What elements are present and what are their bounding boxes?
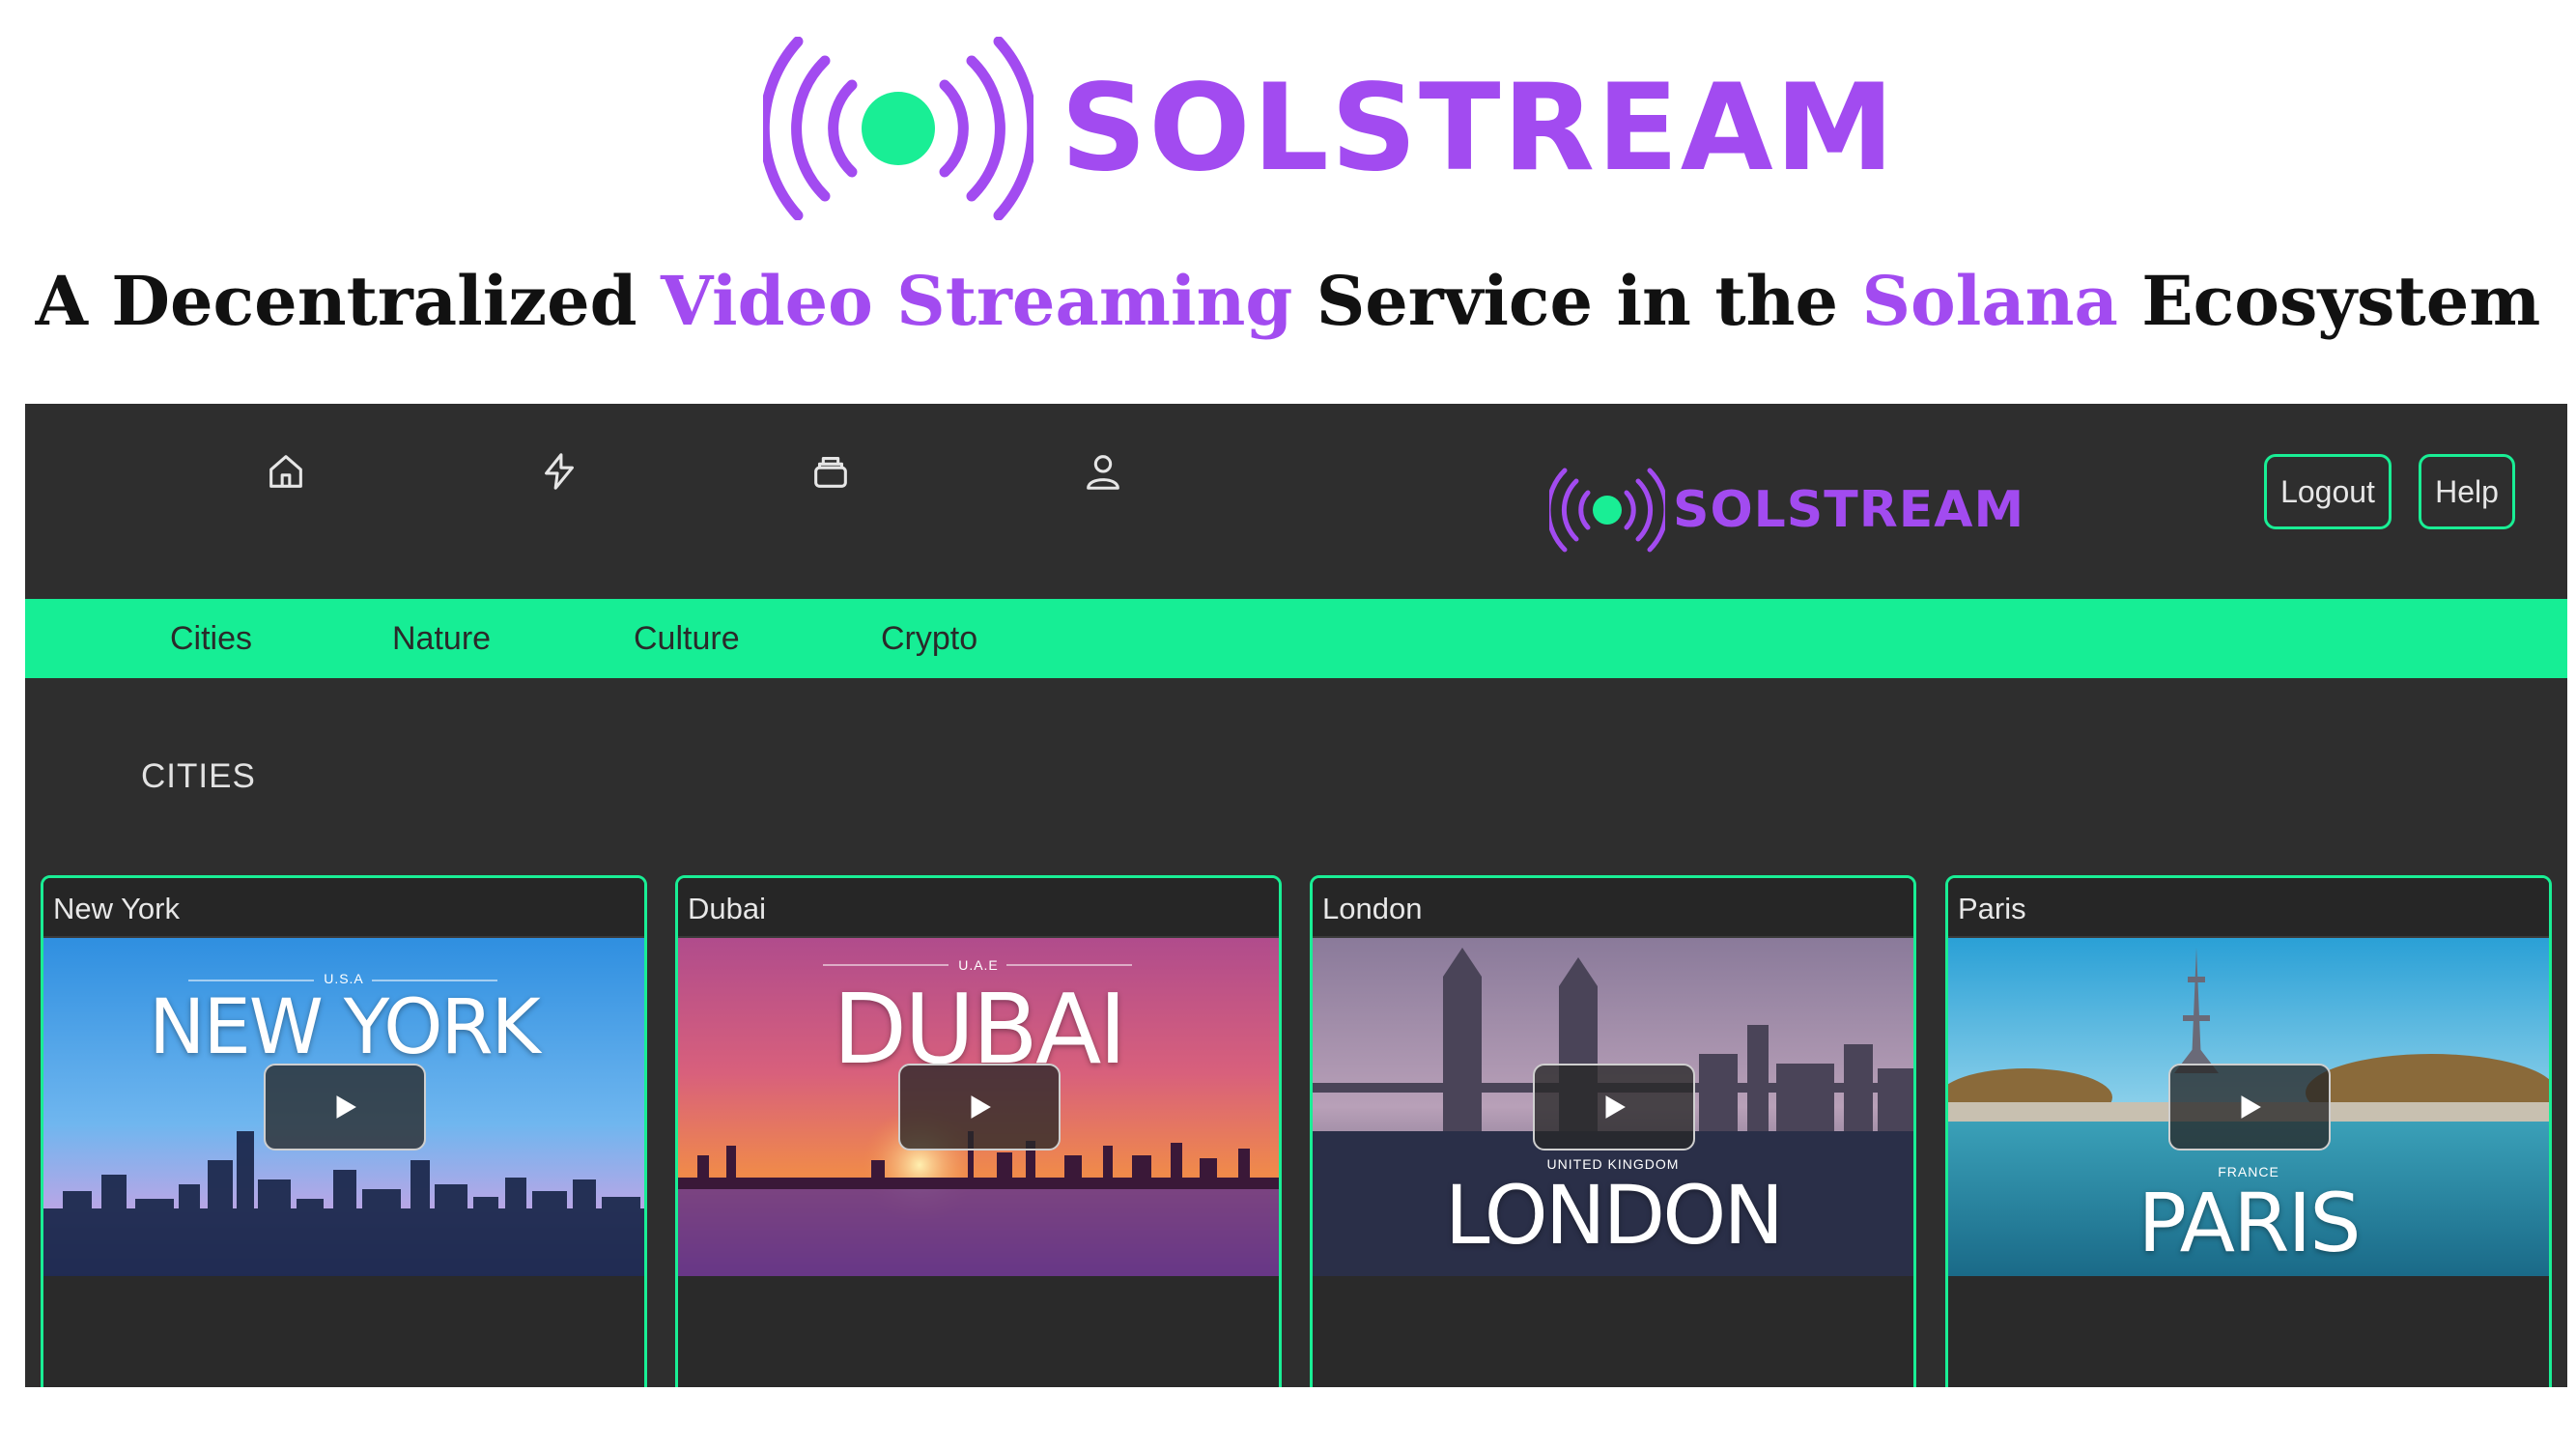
play-button[interactable] (1533, 1064, 1695, 1151)
app-window: SOLSTREAM Logout Help Cities Nature Cult… (25, 404, 2567, 1387)
video-thumbnail[interactable]: U.A.E DUBAI (678, 938, 1279, 1276)
play-button[interactable] (898, 1064, 1061, 1151)
tagline-highlight-video-streaming: Video Streaming (660, 261, 1293, 341)
category-culture[interactable]: Culture (634, 599, 740, 678)
category-cities[interactable]: Cities (170, 599, 252, 678)
video-thumbnail[interactable]: U.S.A NEW YORK (43, 938, 644, 1276)
video-title: London (1313, 878, 1913, 938)
play-icon (2241, 1095, 2261, 1119)
play-icon (971, 1095, 991, 1119)
thumbnail-city: PARIS (2137, 1176, 2361, 1270)
stack-icon[interactable] (804, 444, 858, 498)
video-title: Paris (1948, 878, 2549, 938)
app-logo[interactable]: SOLSTREAM (1549, 452, 2024, 568)
section-title: CITIES (141, 757, 256, 795)
app-brand-name: SOLSTREAM (1673, 481, 2025, 539)
video-card-london[interactable]: London UNITED KINGDOM LONDON (1310, 875, 1916, 1387)
lightning-icon[interactable] (532, 444, 586, 498)
video-card-dubai[interactable]: Dubai U.A.E DUBAI (675, 875, 1282, 1387)
tagline: A Decentralized Video Streaming Service … (0, 261, 2576, 341)
tagline-part-2: Service in the (1292, 261, 1862, 341)
video-card-paris[interactable]: Paris FRANCE PARIS (1945, 875, 2552, 1387)
broadcast-icon (763, 37, 1033, 220)
logout-button[interactable]: Logout (2264, 454, 2392, 529)
hero-brand-name: SOLSTREAM (1061, 59, 1897, 198)
user-icon[interactable] (1076, 444, 1130, 498)
home-icon[interactable] (259, 444, 313, 498)
tagline-part-1: A Decentralized (35, 261, 661, 341)
play-button[interactable] (2168, 1064, 2331, 1151)
video-thumbnail[interactable]: UNITED KINGDOM LONDON (1313, 938, 1913, 1276)
video-title: New York (43, 878, 644, 938)
video-title: Dubai (678, 878, 1279, 938)
category-nature[interactable]: Nature (392, 599, 491, 678)
video-thumbnail[interactable]: FRANCE PARIS (1948, 938, 2549, 1276)
tagline-highlight-solana: Solana (1861, 261, 2118, 341)
play-icon (1605, 1095, 1626, 1119)
video-card-new-york[interactable]: New York U.S.A NEW YORK (41, 875, 647, 1387)
hero-logo: SOLSTREAM (763, 37, 1894, 220)
help-button[interactable]: Help (2419, 454, 2515, 529)
top-nav-bar: SOLSTREAM Logout Help (25, 404, 2567, 599)
broadcast-icon (1549, 468, 1665, 553)
thumbnail-country: U.A.E (958, 957, 999, 973)
play-button[interactable] (264, 1064, 426, 1151)
category-crypto[interactable]: Crypto (881, 599, 977, 678)
play-icon (336, 1095, 356, 1119)
category-bar: Cities Nature Culture Crypto (25, 599, 2567, 678)
thumbnail-city: NEW YORK (149, 984, 541, 1071)
thumbnail-city: LONDON (1444, 1168, 1784, 1263)
tagline-part-3: Ecosystem (2117, 261, 2541, 341)
